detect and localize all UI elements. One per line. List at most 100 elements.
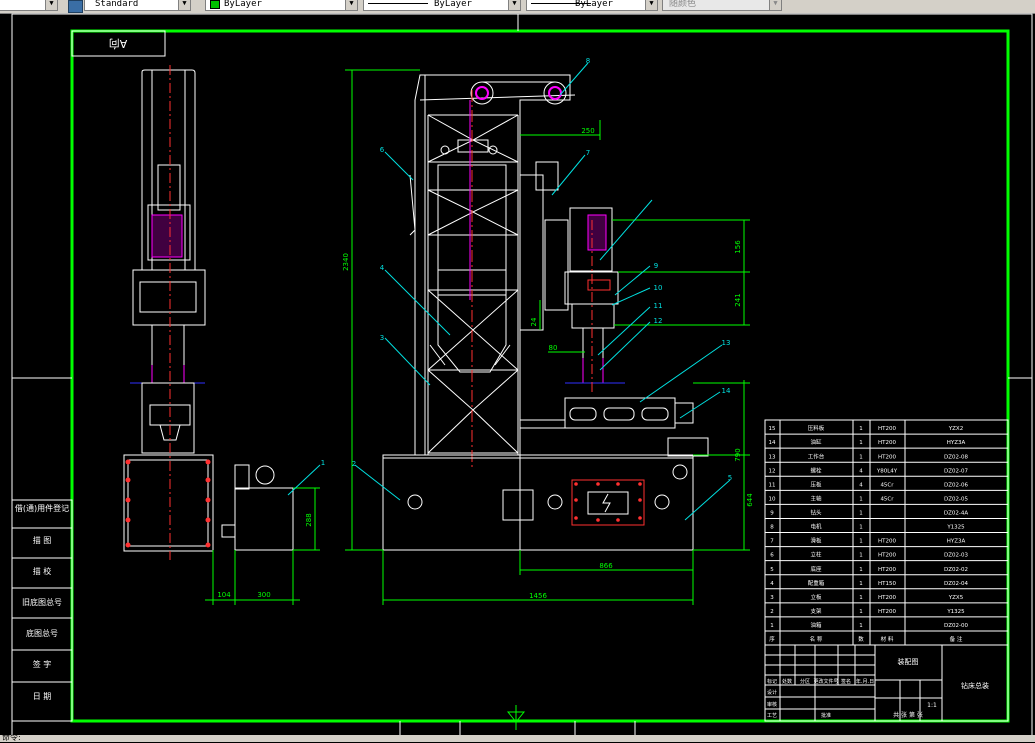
role-label: 工艺 [767, 713, 777, 719]
title-header-label: 年.月.日 [856, 678, 874, 685]
callout-number: 8 [586, 57, 590, 65]
bom-cell-remark: Y1325 [946, 525, 965, 531]
title-header-label: 签名 [841, 678, 851, 685]
callout-number: 7 [586, 149, 590, 157]
bom-cell-material: 45Cr [880, 496, 894, 502]
bom-cell-no: 1 [770, 623, 774, 629]
drawing-canvas[interactable]: A向 借(通)用件登记 描 图 描 校 旧底图总号 底图总号 签 字 日 期 2… [0, 13, 1035, 735]
bom-cell-material: 45Cr [880, 482, 894, 488]
bom-cell-material: HT150 [878, 581, 896, 587]
bom-rows: 15 压料板 1 HT200 YZX214 油缸 1 HT200 HYZ3A13 工作台 1 HT20… [765, 424, 1008, 643]
bom-cell-remark: DZ02-07 [944, 468, 968, 474]
text-style-icon[interactable] [68, 0, 83, 13]
dim-text: 2340 [342, 253, 350, 271]
bom-cell-name: 名 称 [810, 635, 823, 643]
bom-cell-remark: DZ02-4A [944, 511, 968, 517]
scale: 1:1 [927, 702, 937, 709]
oil-tank [221, 464, 294, 551]
bom-cell-remark: HYZ3A [947, 539, 966, 545]
bom-cell-remark: Y1325 [946, 609, 965, 615]
role-label: 审核 [767, 701, 777, 708]
bom-cell-qty: 1 [859, 567, 863, 573]
bom-cell-no: 3 [770, 595, 774, 601]
title-header-label: 处数 [782, 678, 792, 685]
callout-number: 10 [654, 284, 663, 292]
revision-row-label: 签 字 [33, 659, 52, 669]
bom-cell-qty: 1 [859, 440, 863, 446]
callout-number: 13 [722, 339, 731, 347]
tank-dimensions [205, 487, 320, 605]
bom-cell-material: 材 料 [881, 635, 894, 643]
bom-cell-material: HT200 [878, 454, 896, 460]
bom-cell-qty: 4 [859, 468, 863, 474]
dropdown-arrow-icon: ▼ [769, 0, 781, 10]
title-header-label: 标记 [767, 678, 777, 685]
dim-text: 241 [734, 293, 742, 306]
bom-cell-name: 工作台 [808, 452, 825, 460]
bom-cell-no: 12 [769, 468, 776, 474]
bom-cell-no: 11 [769, 482, 776, 488]
bom-cell-name: 压板 [810, 480, 822, 488]
bom-cell-remark: YZX5 [948, 595, 964, 601]
bom-cell-material: HT200 [878, 440, 896, 446]
dropdown-arrow-icon: ▼ [645, 0, 657, 10]
linetype-value: ByLayer [434, 0, 472, 9]
bom-cell-material: HT200 [878, 567, 896, 573]
text-style-combo[interactable]: Standard ▼ [84, 0, 191, 11]
bom-cell-name: 立板 [810, 593, 822, 601]
bom-cell-no: 8 [770, 525, 774, 531]
bom-cell-name: 配重箱 [808, 579, 825, 587]
bom-cell-remark: DZ02-02 [944, 567, 968, 573]
callout-number: 11 [654, 302, 663, 310]
dim-text: 790 [734, 448, 742, 461]
bom-cell-name: 螺栓 [810, 466, 822, 474]
linetype-combo[interactable]: ByLayer ▼ [363, 0, 521, 11]
bolt-holes [125, 459, 211, 548]
side-view [123, 69, 214, 552]
bom-cell-remark: DZ02-04 [944, 581, 968, 587]
bom-cell-material: HT200 [878, 426, 896, 432]
bom-cell-qty: 1 [859, 525, 863, 531]
bom-cell-qty: 1 [859, 426, 863, 432]
bom-cell-no: 14 [769, 440, 776, 446]
layer-color-combo[interactable]: ByLayer ▼ [205, 0, 358, 11]
color-value: ByLayer [224, 0, 262, 9]
revision-row-label: 描 校 [33, 566, 52, 576]
plot-style-combo[interactable]: 随颜色 ▼ [662, 0, 782, 11]
callout-number: 6 [380, 146, 385, 154]
dropdown-arrow-icon: ▼ [508, 0, 520, 10]
command-line[interactable]: 命令: [0, 733, 1035, 742]
zone-ticks [12, 14, 1032, 735]
bom-cell-material: HT200 [878, 609, 896, 615]
bom-cell-remark: DZ02-05 [944, 496, 968, 502]
dropdown-arrow-icon: ▼ [345, 0, 357, 10]
callout-number: 12 [654, 317, 663, 325]
dim-text: 1456 [529, 592, 547, 600]
drawing-number: 钻床总装 [961, 681, 989, 690]
bom-cell-qty: 1 [859, 609, 863, 615]
lineweight-value: ByLayer [575, 0, 613, 9]
callout-number: 9 [654, 262, 658, 270]
bom-cell-qty: 1 [859, 454, 863, 460]
lineweight-combo[interactable]: ByLayer ▼ [526, 0, 658, 11]
bom-cell-qty: 1 [859, 539, 863, 545]
bom-cell-remark: 备 注 [950, 635, 963, 643]
dim-text: 156 [734, 240, 742, 254]
bom-cell-name: 滑板 [810, 537, 822, 545]
bom-cell-remark: YZX2 [948, 426, 963, 432]
bom-cell-remark: HYZ3A [947, 440, 966, 446]
callout-number: 4 [380, 264, 385, 272]
bom-cell-qty: 1 [859, 595, 863, 601]
bom-cell-name: 钻头 [810, 509, 822, 517]
bom-cell-no: 7 [770, 539, 774, 545]
bom-cell-name: 电机 [810, 523, 822, 531]
dim-text: 300 [257, 591, 270, 599]
bom-cell-no: 6 [770, 553, 774, 559]
bom-cell-no: 序 [769, 635, 775, 643]
layer-state-combo[interactable]: ▼ [0, 0, 58, 11]
dim-text: 866 [599, 562, 613, 570]
dropdown-arrow-icon: ▼ [178, 0, 190, 10]
bom-cell-name: 支架 [810, 607, 822, 615]
text-style-value: Standard [95, 0, 139, 9]
bom-cell-no: 4 [770, 581, 774, 587]
